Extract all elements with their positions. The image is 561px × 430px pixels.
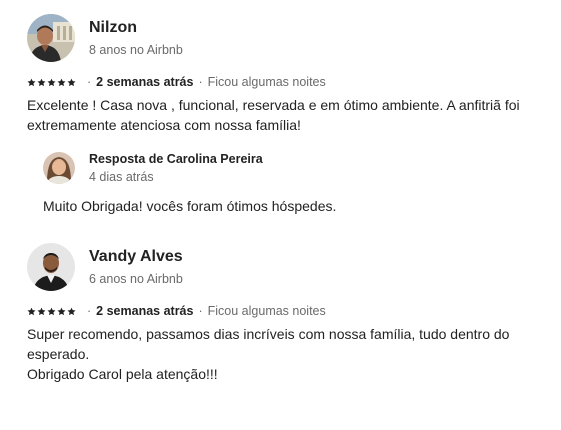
review-meta: · 2 semanas atrás · Ficou algumas noites <box>27 74 547 90</box>
avatar-photo <box>27 243 75 291</box>
reviewer-header: Vandy Alves 6 anos no Airbnb <box>27 243 547 291</box>
reviewer-tenure: 8 anos no Airbnb <box>89 43 183 57</box>
review-text: Excelente ! Casa nova , funcional, reser… <box>27 95 547 135</box>
star-rating <box>27 78 76 87</box>
separator: · <box>87 75 92 89</box>
avatar[interactable] <box>27 243 75 291</box>
response-text: Muito Obrigada! vocês foram ótimos hóspe… <box>43 198 337 214</box>
star-rating <box>27 307 76 316</box>
star-icon <box>47 78 56 86</box>
avatar-photo <box>27 14 75 62</box>
separator: · <box>87 304 92 318</box>
reviewer-tenure: 6 anos no Airbnb <box>89 272 183 286</box>
star-icon <box>37 78 46 86</box>
review-date: 2 semanas atrás <box>96 75 194 89</box>
review-meta: · 2 semanas atrás · Ficou algumas noites <box>27 303 547 319</box>
stay-length: Ficou algumas noites <box>207 75 326 89</box>
response-header: Resposta de Carolina Pereira 4 dias atrá… <box>43 152 547 184</box>
host-response: Resposta de Carolina Pereira 4 dias atrá… <box>43 152 547 216</box>
host-avatar-photo <box>43 152 75 184</box>
review-text-line: Obrigado Carol pela atenção!!! <box>27 366 218 382</box>
star-icon <box>27 307 36 315</box>
separator: · <box>198 75 203 89</box>
reviewer-name[interactable]: Vandy Alves <box>89 247 183 267</box>
review-text: Super recomendo, passamos dias incríveis… <box>27 324 547 384</box>
review-card: Vandy Alves 6 anos no Airbnb · 2 semanas… <box>27 243 547 384</box>
stay-length: Ficou algumas noites <box>207 304 326 318</box>
reviews-page: Nilzon 8 anos no Airbnb · 2 semanas atrá… <box>0 0 561 430</box>
avatar[interactable] <box>27 14 75 62</box>
review-text-line: Super recomendo, passamos dias incríveis… <box>27 326 510 362</box>
star-icon <box>47 307 56 315</box>
separator: · <box>198 304 203 318</box>
review-card: Nilzon 8 anos no Airbnb · 2 semanas atrá… <box>27 14 547 216</box>
star-icon <box>57 78 66 86</box>
reviewer-name[interactable]: Nilzon <box>89 18 183 38</box>
star-icon <box>67 78 76 86</box>
response-title: Resposta de Carolina Pereira <box>89 152 263 166</box>
review-date: 2 semanas atrás <box>96 304 194 318</box>
host-avatar[interactable] <box>43 152 75 184</box>
star-icon <box>67 307 76 315</box>
review-text-line: Excelente ! Casa nova , funcional, reser… <box>27 97 520 133</box>
star-icon <box>37 307 46 315</box>
star-icon <box>27 78 36 86</box>
reviewer-header: Nilzon 8 anos no Airbnb <box>27 14 547 62</box>
star-icon <box>57 307 66 315</box>
response-date: 4 dias atrás <box>89 170 154 184</box>
